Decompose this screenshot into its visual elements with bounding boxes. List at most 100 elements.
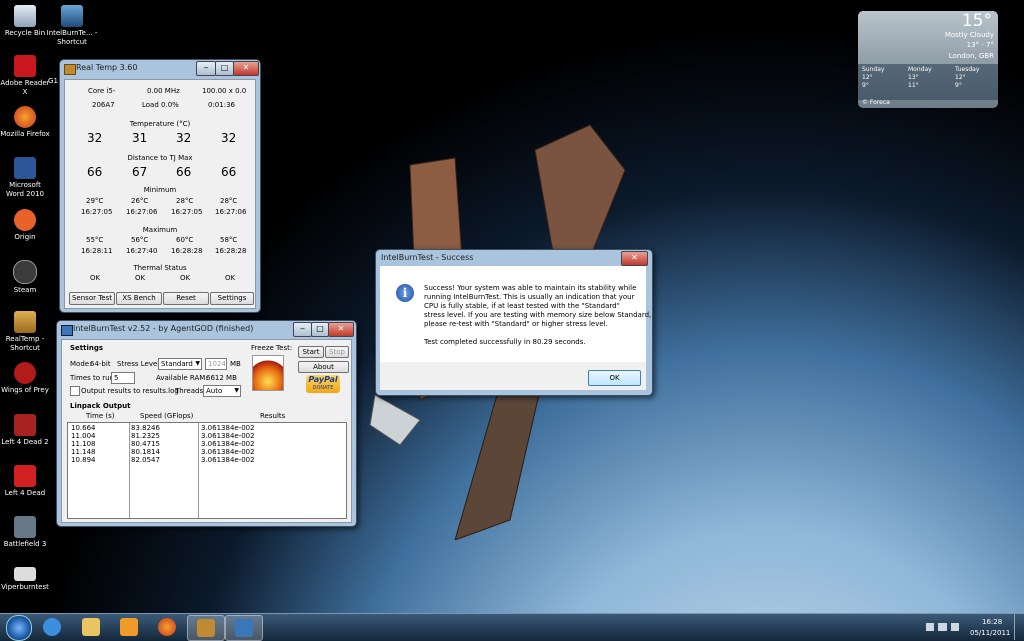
desktop-icon-firefox[interactable]: Mozilla Firefox (0, 106, 50, 139)
settings-button[interactable]: Settings (210, 292, 254, 305)
taskbar-media-player[interactable] (111, 615, 147, 639)
min-time: 16:27:06 (126, 208, 158, 216)
sensor-test-button[interactable]: Sensor Test (69, 292, 115, 305)
output-log-checkbox[interactable] (70, 386, 80, 396)
title-bar[interactable]: IntelBurnTest v2.52 - by AgentGOD (finis… (57, 321, 356, 339)
desktop-icon-word[interactable]: Microsoft Word 2010 (0, 157, 50, 199)
chevron-down-icon: ▼ (195, 360, 200, 367)
threads-dropdown[interactable]: Auto ▼ (203, 385, 241, 397)
weather-range: 13° - 7° (966, 41, 994, 49)
maximize-button[interactable]: □ (215, 61, 234, 76)
steam-icon (13, 260, 37, 284)
close-button[interactable]: ✕ (233, 61, 259, 76)
max-time: 16:28:28 (215, 247, 247, 255)
desktop-icon-wings-of-prey[interactable]: Wings of Prey (0, 362, 50, 395)
memory-input[interactable]: 1024 (205, 358, 227, 370)
xs-bench-button[interactable]: XS Bench (116, 292, 162, 305)
weather-location: London, GBR (948, 52, 994, 60)
stress-level-dropdown[interactable]: Standard ▼ (158, 358, 202, 370)
uptime: 0:01:36 (208, 101, 235, 109)
taskbar-ie[interactable] (34, 615, 70, 639)
left4dead-icon (14, 465, 36, 487)
minimize-button[interactable]: ‒ (293, 322, 312, 337)
firefox-icon (158, 618, 176, 636)
desktop-icon-battlefield3[interactable]: Battlefield 3 (0, 516, 50, 549)
threads-label: Threads: (175, 387, 206, 395)
ok-button[interactable]: OK (588, 370, 641, 386)
minimize-button[interactable]: ‒ (196, 61, 216, 76)
realtemp-app-icon (64, 64, 76, 75)
intelburntest-client: Settings Mode: 64-bit Stress Level: Stan… (61, 339, 352, 523)
weather-gadget[interactable]: 15° Mostly Cloudy 13° - 7° London, GBR S… (858, 11, 998, 108)
taskbar-intelburntest[interactable] (225, 615, 263, 641)
core-temp: 32 (176, 131, 192, 145)
close-button[interactable]: ✕ (328, 322, 354, 337)
realtemp-window[interactable]: Real Temp 3.60 ‒ □ ✕ Core i5- 0.00 MHz 1… (59, 59, 261, 313)
intelburntest-window[interactable]: IntelBurnTest v2.52 - by AgentGOD (finis… (56, 320, 357, 527)
cpu-id: 206A7 (92, 101, 115, 109)
desktop-icon-left4dead[interactable]: Left 4 Dead (0, 465, 50, 498)
desktop-icon-g1[interactable]: G1 (46, 77, 60, 86)
desktop-icon-intelburntest[interactable]: IntelBurnTe... - Shortcut (46, 5, 98, 47)
word-icon (14, 157, 36, 179)
desktop-icon-adobe-reader[interactable]: Adobe Reader X (0, 55, 50, 97)
tjmax-distance: 66 (87, 165, 103, 179)
firefox-icon (14, 106, 36, 128)
times-to-run-label: Times to run: (70, 374, 117, 382)
desktop-icon-origin[interactable]: Origin (0, 209, 50, 242)
min-temp: 29°C (86, 197, 104, 205)
success-dialog[interactable]: IntelBurnTest - Success ✕ i Success! You… (375, 249, 653, 396)
window-title: IntelBurnTest v2.52 - by AgentGOD (finis… (73, 324, 254, 333)
desktop-icon-left4dead2[interactable]: Left 4 Dead 2 (0, 414, 50, 447)
max-time: 16:28:28 (171, 247, 203, 255)
linpack-output-label: Linpack Output (70, 402, 131, 410)
desktop-icon-steam[interactable]: Steam (0, 260, 50, 295)
column-header-time: Time (s) (86, 412, 115, 420)
intelburntest-icon (235, 619, 253, 637)
origin-icon (14, 209, 36, 231)
internet-explorer-icon (43, 618, 61, 636)
close-button[interactable]: ✕ (621, 251, 648, 266)
taskbar-firefox[interactable] (149, 615, 185, 639)
core-temp: 32 (87, 131, 103, 145)
folder-icon (82, 618, 100, 636)
stress-level-label: Stress Level: (117, 360, 162, 368)
clock-date[interactable]: 05/11/2011 (970, 629, 1010, 637)
about-button[interactable]: About (298, 361, 349, 373)
show-desktop-button[interactable] (1014, 614, 1024, 640)
tray-network-icon[interactable] (938, 623, 947, 631)
left4dead2-icon (14, 414, 36, 436)
max-temp: 55°C (86, 236, 104, 244)
reset-button[interactable]: Reset (163, 292, 209, 305)
viperburntest-icon (14, 567, 36, 581)
paypal-donate-button[interactable]: PayPal DONATE (306, 375, 340, 393)
cpu-multiplier: 100.00 x 0.0 (202, 87, 247, 95)
clock-time[interactable]: 16:28 (982, 618, 1002, 626)
cpu-model: Core i5- (88, 87, 116, 95)
table-row: 11.004 81.2325 3.061384e-002 (71, 432, 255, 440)
max-temp: 58°C (220, 236, 238, 244)
media-player-icon (120, 618, 138, 636)
desktop-icon-viperburntest[interactable]: Viperburntest (0, 567, 50, 592)
tray-volume-icon[interactable] (951, 623, 959, 631)
settings-group-label: Settings (70, 344, 104, 352)
min-temp: 28°C (176, 197, 194, 205)
adobe-reader-icon (14, 55, 36, 77)
chevron-down-icon: ▼ (234, 387, 239, 394)
taskbar-realtemp[interactable] (187, 615, 225, 641)
start-button[interactable]: Start (298, 346, 324, 358)
stop-button[interactable]: Stop (325, 346, 349, 358)
taskbar-explorer[interactable] (73, 615, 109, 639)
title-bar[interactable]: Real Temp 3.60 ‒ □ ✕ (60, 60, 260, 78)
desktop-icon-realtemp[interactable]: RealTemp - Shortcut (0, 311, 50, 353)
dialog-message-line: please re-test with "Standard" or higher… (424, 320, 608, 328)
forecast-day: Tuesday 12° 9° (955, 66, 980, 89)
tray-flag-icon[interactable] (926, 623, 934, 631)
start-orb-button[interactable] (6, 615, 32, 641)
maximize-button[interactable]: □ (311, 322, 329, 337)
linpack-output-table[interactable]: 10.664 83.8246 3.061384e-002 11.004 81.2… (67, 422, 347, 519)
weather-temperature: 15° (961, 11, 992, 31)
freeze-test-flame-icon[interactable] (252, 355, 284, 391)
desktop-icon-recycle-bin[interactable]: Recycle Bin (0, 5, 50, 38)
times-to-run-input[interactable]: 5 (111, 372, 135, 384)
